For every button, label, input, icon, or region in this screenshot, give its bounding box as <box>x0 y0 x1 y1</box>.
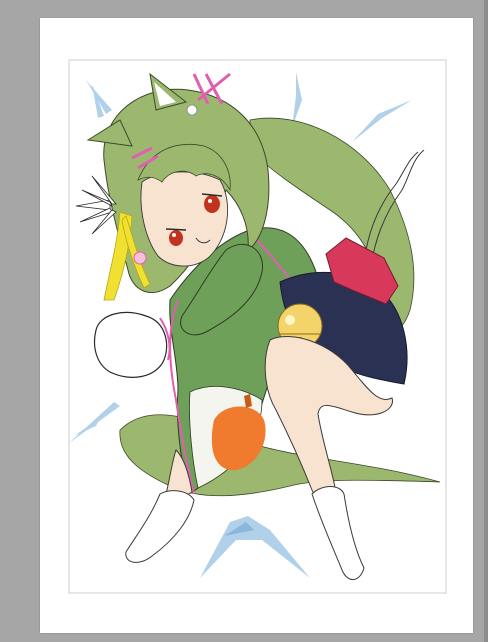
character-illustration <box>68 59 447 594</box>
right-sock <box>125 490 195 563</box>
left-sock <box>311 486 365 580</box>
paw-glove <box>93 311 168 378</box>
pink-earring <box>133 251 147 265</box>
hair-bead <box>186 104 198 116</box>
vertical-scrollbar[interactable] <box>484 0 488 642</box>
canvas-viewport[interactable] <box>0 0 488 642</box>
